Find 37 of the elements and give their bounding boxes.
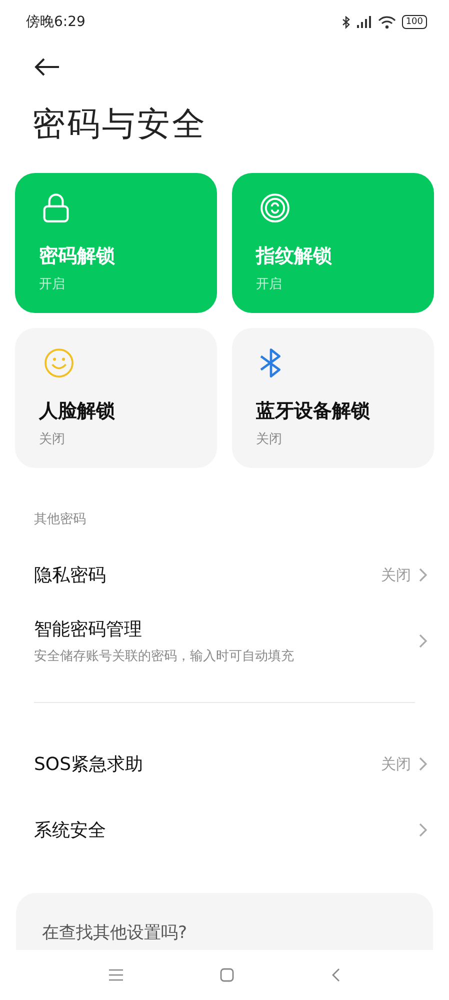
back-arrow-icon [34, 58, 60, 76]
battery-level: 100 [402, 15, 427, 29]
chevron-right-icon [419, 823, 427, 837]
tile-status: 关闭 [39, 431, 66, 448]
back-icon[interactable] [330, 968, 340, 982]
tile-label: 蓝牙设备解锁 [256, 399, 371, 424]
section-label: 其他密码 [34, 511, 87, 528]
tile-status: 关闭 [256, 431, 283, 448]
row-label: 智能密码管理 [34, 618, 143, 641]
row-label: 隐私密码 [34, 564, 107, 587]
tile-status: 开启 [39, 276, 66, 293]
signal-icon [356, 16, 372, 28]
settings-row[interactable]: 隐私密码 关闭 [0, 542, 449, 608]
menu-icon[interactable] [108, 969, 122, 981]
tile-label: 密码解锁 [39, 244, 116, 269]
row-value: 关闭 [381, 754, 411, 774]
page-title: 密码与安全 [32, 103, 208, 145]
tile-label: 指纹解锁 [256, 244, 333, 269]
suggestion-title: 在查找其他设置吗? [42, 923, 188, 943]
bluetooth-icon [342, 16, 350, 28]
row-label: SOS紧急求助 [34, 753, 144, 776]
chevron-right-icon [419, 757, 427, 771]
unlock-tile[interactable]: 人脸解锁 关闭 [15, 328, 217, 468]
tile-label: 人脸解锁 [39, 399, 116, 424]
status-time: 傍晚6:29 [26, 13, 86, 31]
chevron-right-icon [419, 634, 427, 648]
row-subtitle: 安全储存账号关联的密码，输入时可自动填充 [34, 648, 295, 665]
settings-row[interactable]: SOS紧急求助 关闭 [0, 731, 449, 797]
row-value: 关闭 [381, 566, 411, 584]
wifi-icon [378, 16, 396, 28]
chevron-right-icon [419, 568, 427, 582]
settings-row[interactable]: 智能密码管理 安全储存账号关联的密码，输入时可自动填充 [0, 608, 449, 674]
tile-status: 开启 [256, 276, 283, 293]
home-icon[interactable] [220, 968, 234, 982]
unlock-tile[interactable]: 蓝牙设备解锁 关闭 [232, 328, 434, 468]
settings-row[interactable]: 系统安全 [0, 797, 449, 863]
row-label: 系统安全 [34, 819, 107, 842]
